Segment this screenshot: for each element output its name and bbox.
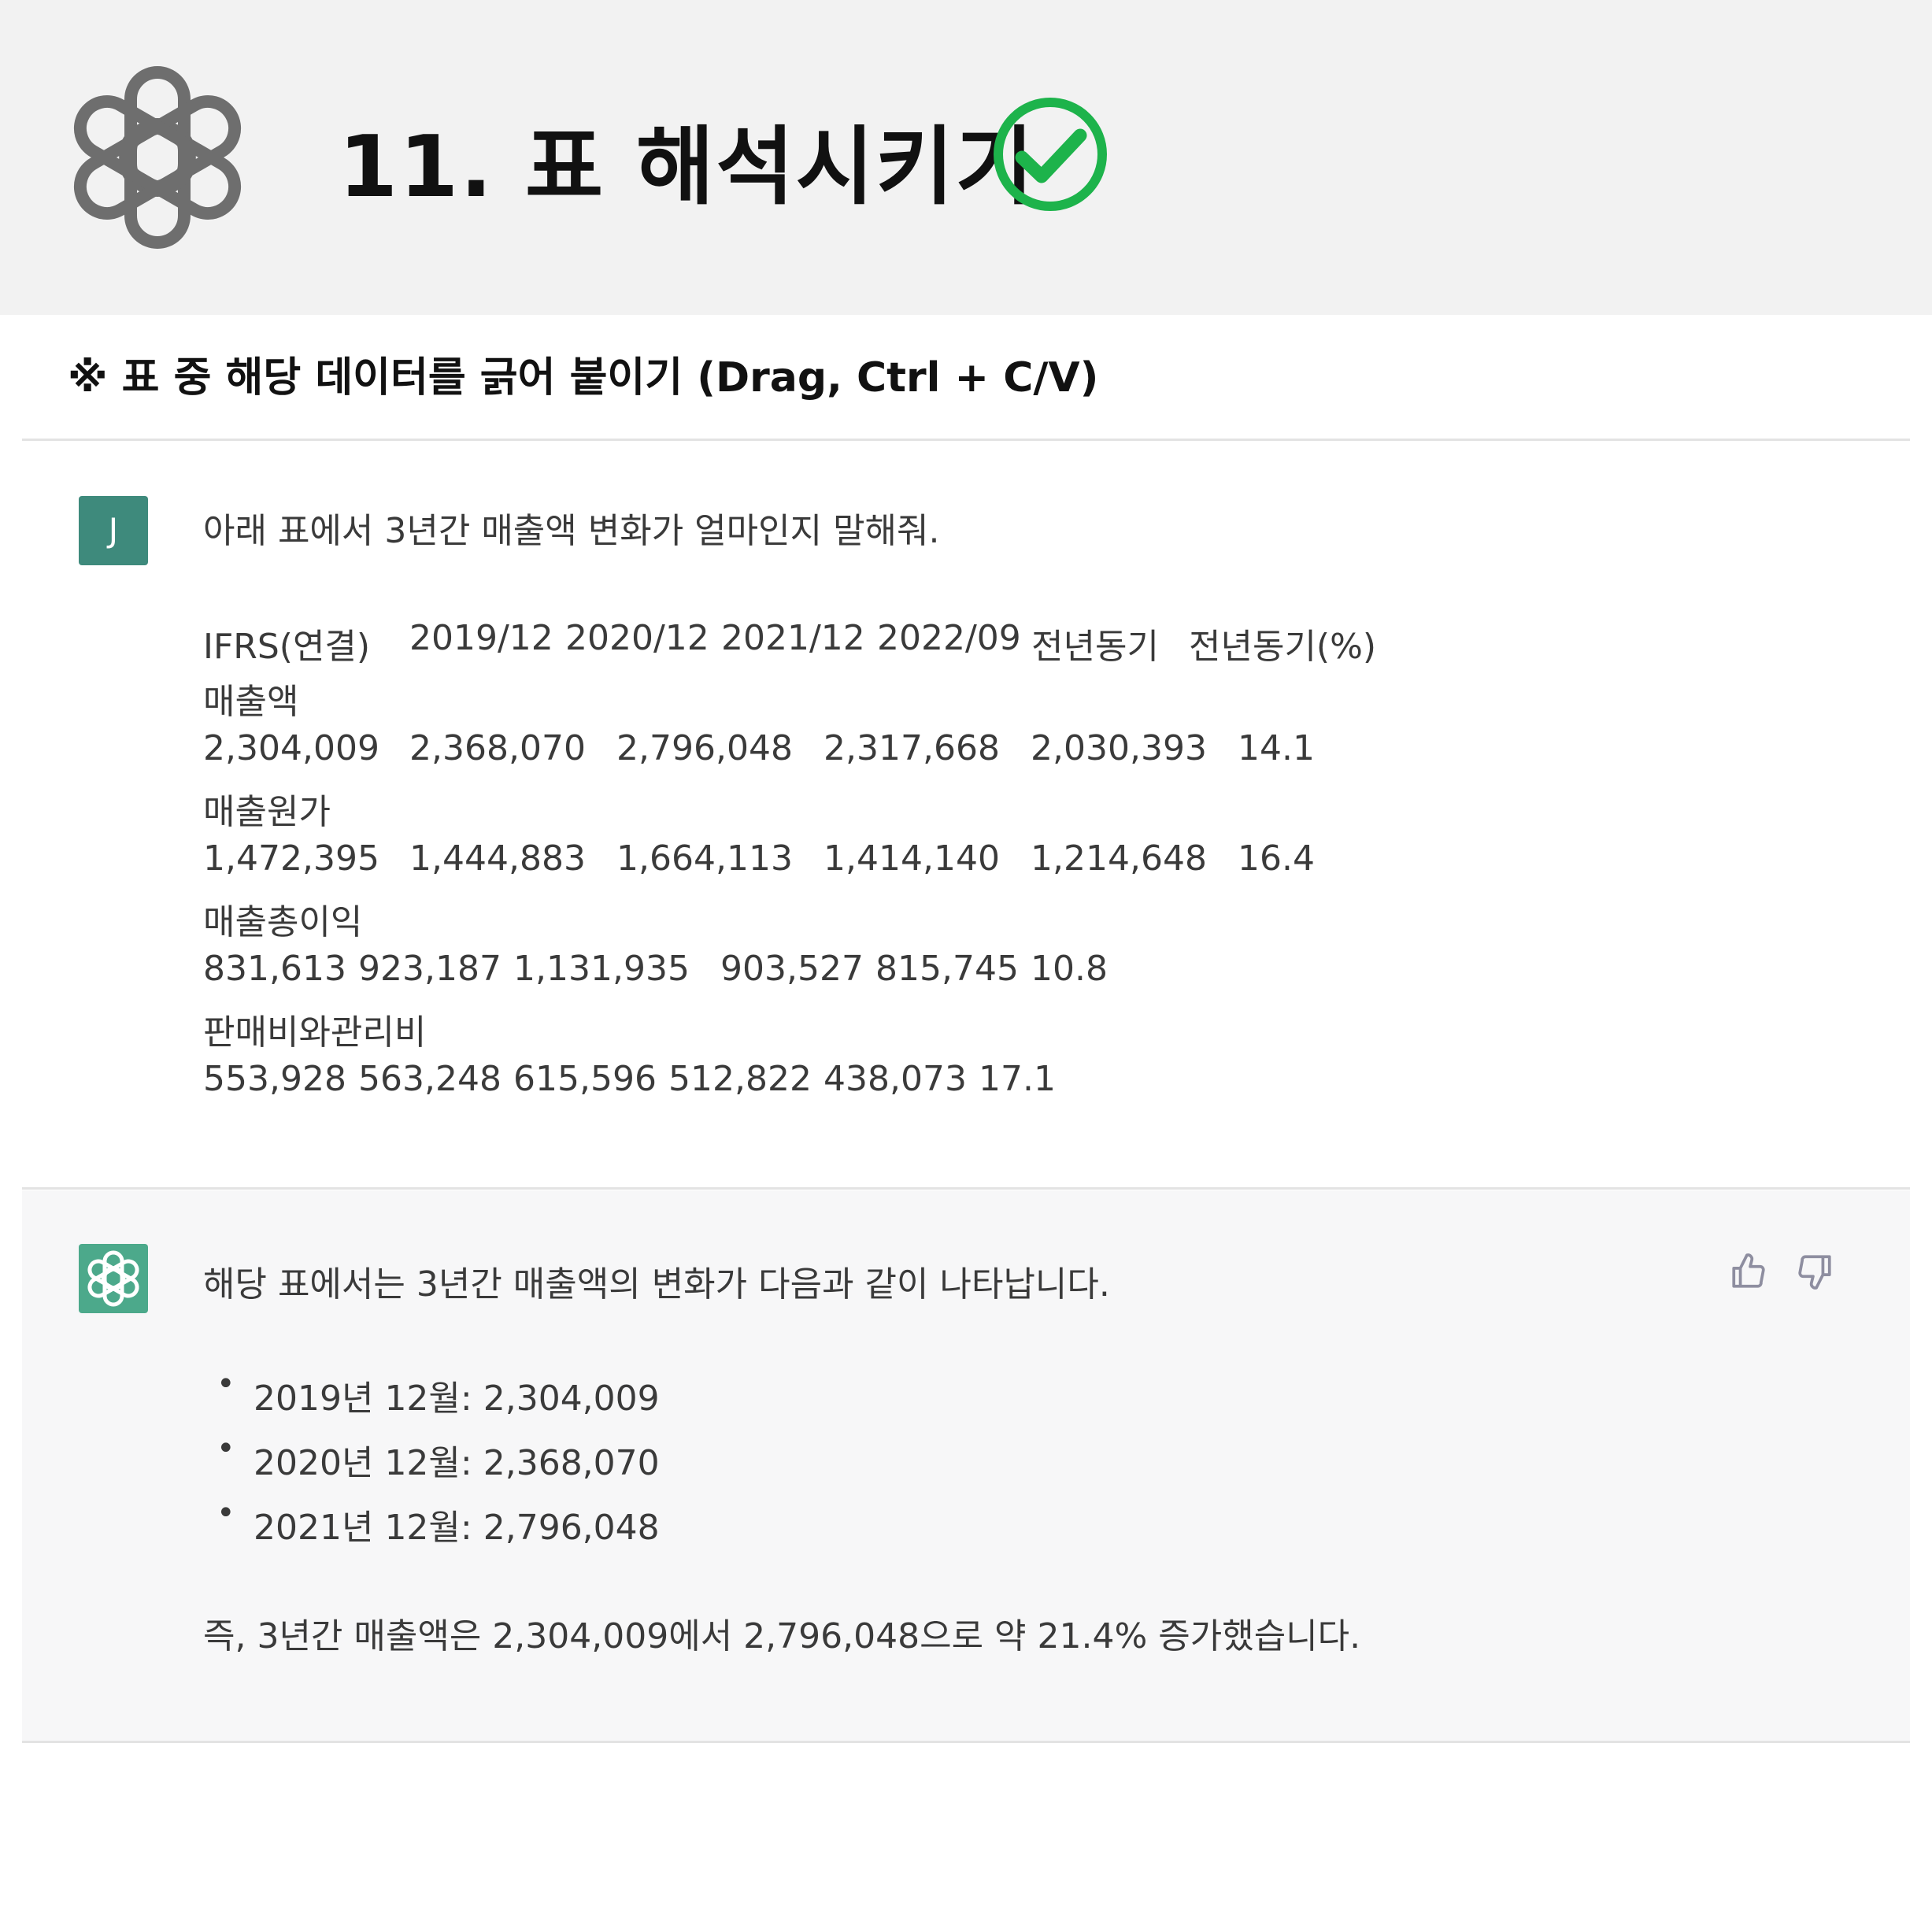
table-cell: 815,745 xyxy=(875,949,1019,989)
user-prompt: 아래 표에서 3년간 매출액 변화가 얼마인지 말해줘. xyxy=(203,511,940,551)
instruction-subtitle: ※ 표 중 해당 데이터를 긁어 붙이기 (Drag, Ctrl + C/V) xyxy=(68,354,1099,402)
list-item: 2021년 12월: 2,796,048 xyxy=(254,1508,660,1548)
table-header-cell: 2019/12 xyxy=(409,618,553,658)
table-cell: 1,472,395 xyxy=(203,838,379,879)
bullet-dot: • xyxy=(217,1495,235,1531)
table-cell: 553,928 xyxy=(203,1059,346,1099)
assistant-conclusion: 즉, 3년간 매출액은 2,304,009에서 2,796,048으로 약 21… xyxy=(203,1616,1361,1656)
table-header-cell: 전년동기 xyxy=(1031,627,1159,667)
page-title: 11. 표 해석시키기 xyxy=(339,118,1035,217)
list-item: 2020년 12월: 2,368,070 xyxy=(254,1443,660,1483)
table-cell: 1,131,935 xyxy=(513,949,690,989)
openai-logo-icon xyxy=(87,1250,139,1307)
table-cell: 10.8 xyxy=(1031,949,1108,989)
table-cell: 1,444,883 xyxy=(409,838,586,879)
list-item: 2019년 12월: 2,304,009 xyxy=(254,1379,660,1419)
row-label: 매출액 xyxy=(203,682,299,722)
table-cell: 2,368,070 xyxy=(409,728,586,768)
table-cell: 1,414,140 xyxy=(824,838,1000,879)
green-check-icon xyxy=(994,98,1107,211)
table-cell: 903,527 xyxy=(720,949,864,989)
table-header-label: IFRS(연결) xyxy=(203,627,371,667)
table-cell: 615,596 xyxy=(513,1059,657,1099)
table-header-cell: 2021/12 xyxy=(721,618,865,658)
table-cell: 438,073 xyxy=(824,1059,967,1099)
divider xyxy=(22,439,1910,441)
table-cell: 2,030,393 xyxy=(1031,728,1207,768)
table-header-cell: 2022/09 xyxy=(877,618,1021,658)
table-header-cell: 전년동기(%) xyxy=(1189,627,1377,667)
row-label: 매출총이익 xyxy=(203,902,363,942)
table-cell: 17.1 xyxy=(979,1059,1056,1099)
bullet-dot: • xyxy=(217,1366,235,1402)
row-label: 판매비와관리비 xyxy=(203,1012,427,1053)
user-avatar: J xyxy=(79,496,148,565)
assistant-intro: 해당 표에서는 3년간 매출액의 변화가 다음과 같이 나타납니다. xyxy=(203,1264,1110,1305)
table-cell: 512,822 xyxy=(668,1059,812,1099)
assistant-avatar xyxy=(79,1244,148,1313)
thumbs-up-icon[interactable] xyxy=(1729,1252,1768,1291)
openai-logo-icon xyxy=(73,66,242,249)
table-cell: 831,613 xyxy=(203,949,346,989)
table-cell: 2,304,009 xyxy=(203,728,379,768)
table-cell: 14.1 xyxy=(1238,728,1315,768)
table-cell: 923,187 xyxy=(358,949,502,989)
table-cell: 2,796,048 xyxy=(616,728,793,768)
bullet-dot: • xyxy=(217,1430,235,1467)
table-cell: 1,214,648 xyxy=(1031,838,1207,879)
table-cell: 563,248 xyxy=(358,1059,502,1099)
table-cell: 16.4 xyxy=(1238,838,1315,879)
table-cell: 2,317,668 xyxy=(824,728,1000,768)
table-cell: 1,664,113 xyxy=(616,838,793,879)
divider xyxy=(22,1187,1910,1190)
divider xyxy=(22,1741,1910,1743)
table-header-cell: 2020/12 xyxy=(565,618,709,658)
thumbs-down-icon[interactable] xyxy=(1795,1252,1834,1291)
row-label: 매출원가 xyxy=(203,792,331,832)
